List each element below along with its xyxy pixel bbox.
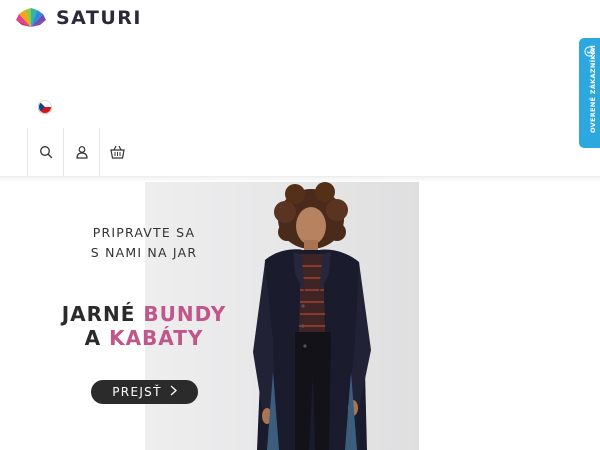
search-icon — [39, 146, 52, 159]
promo-subtitle-line-2: S NAMI NA JAR — [90, 245, 198, 260]
promo-headline-line-2: A KABÁTY — [0, 326, 294, 350]
headline-word-a: A — [84, 326, 110, 350]
promo-subtitle-line-1: PRIPRAVTE SA — [92, 225, 196, 240]
verified-tab-label: OVERENÉ ZÁKAZNÍKMI — [589, 44, 597, 133]
basket-icon — [110, 145, 125, 159]
header-toolbar — [27, 128, 135, 176]
brand-name: SATURI — [56, 7, 143, 29]
cart-button[interactable] — [99, 128, 135, 176]
chevron-right-icon — [170, 385, 177, 399]
language-flag-button[interactable] — [38, 100, 52, 114]
headline-word-bundy: BUNDY — [143, 302, 227, 326]
headline-word-kabaty: KABÁTY — [109, 326, 204, 350]
saturi-logo-icon — [16, 8, 46, 27]
brand-logo[interactable]: SATURI — [14, 6, 142, 30]
promo-headline-line-1: JARNÉ BUNDY — [0, 302, 294, 326]
user-icon — [75, 146, 88, 159]
czech-flag-icon — [38, 100, 52, 114]
verified-customers-tab[interactable]: OVERENÉ ZÁKAZNÍKMI — [579, 38, 600, 148]
search-button[interactable] — [27, 128, 63, 176]
prejst-button[interactable]: PREJSŤ — [91, 380, 198, 404]
cta-label: PREJSŤ — [112, 385, 162, 399]
headline-word-jarne: JARNÉ — [61, 302, 144, 326]
account-button[interactable] — [63, 128, 99, 176]
